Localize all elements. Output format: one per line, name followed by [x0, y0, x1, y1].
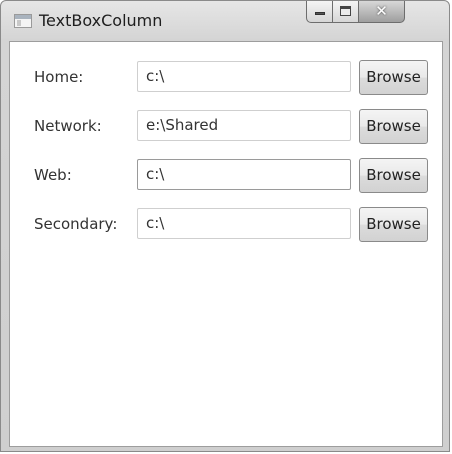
minimize-button[interactable] [306, 1, 333, 23]
window-app-icon[interactable] [14, 14, 32, 28]
secondary-label: Secondary: [34, 215, 118, 233]
network-path-input[interactable]: e:\Shared [137, 110, 351, 141]
web-browse-button[interactable]: Browse [359, 158, 428, 193]
home-path-input[interactable]: c:\ [137, 61, 351, 92]
row-home: Home: c:\ Browse [10, 57, 442, 97]
web-path-input[interactable]: c:\ [137, 159, 351, 190]
maximize-icon [340, 6, 351, 16]
secondary-browse-button[interactable]: Browse [359, 207, 428, 242]
home-browse-button[interactable]: Browse [359, 60, 428, 95]
caption-buttons: ✕ [306, 1, 405, 23]
client-area: Home: c:\ Browse Network: e:\Shared Brow… [9, 41, 443, 447]
row-network: Network: e:\Shared Browse [10, 106, 442, 146]
minimize-icon [315, 12, 325, 15]
network-browse-button[interactable]: Browse [359, 109, 428, 144]
home-label: Home: [34, 68, 84, 86]
title-bar[interactable]: TextBoxColumn ✕ [1, 1, 449, 41]
app-window: TextBoxColumn ✕ Home: c:\ Browse Network… [0, 0, 450, 452]
web-label: Web: [34, 166, 72, 184]
maximize-button[interactable] [333, 1, 359, 23]
network-label: Network: [34, 117, 102, 135]
app-icon-side [17, 20, 21, 26]
row-web: Web: c:\ Browse [10, 155, 442, 195]
row-secondary: Secondary: c:\ Browse [10, 204, 442, 244]
close-icon: ✕ [375, 2, 388, 20]
secondary-path-input[interactable]: c:\ [137, 208, 351, 239]
app-icon-bar [15, 15, 31, 19]
window-title: TextBoxColumn [39, 11, 163, 30]
close-button[interactable]: ✕ [359, 1, 405, 23]
